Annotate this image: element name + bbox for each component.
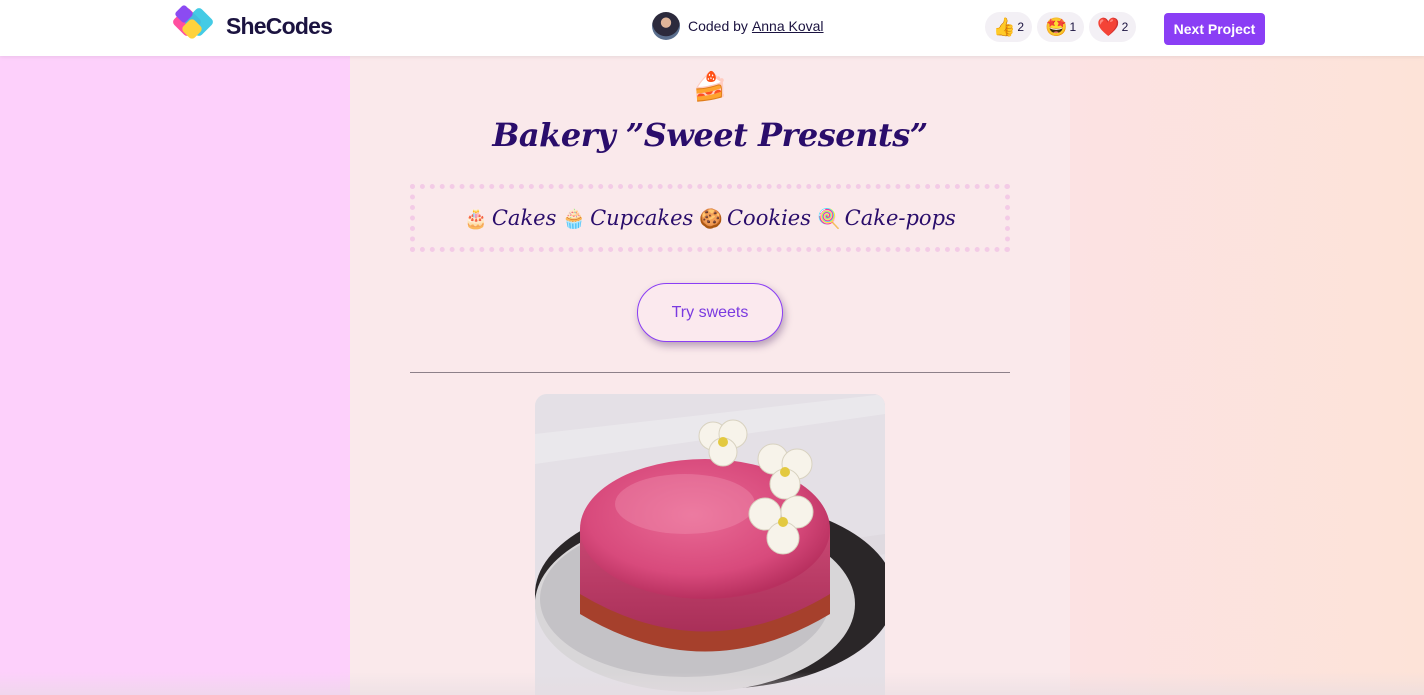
- reaction-count: 1: [1069, 20, 1077, 34]
- next-project-button[interactable]: Next Project: [1164, 13, 1265, 45]
- coded-by-label: Coded by: [688, 18, 748, 34]
- main-content-panel: 🍰 Bakery ”Sweet Presents” 🎂 Cakes 🧁 Cupc…: [350, 56, 1070, 695]
- cake-slice-icon: 🍰: [692, 71, 728, 102]
- try-sweets-button[interactable]: Try sweets: [637, 283, 783, 342]
- menu-item-cookies: 🍪 Cookies: [699, 206, 811, 230]
- menu-item-cake-pops: 🍭 Cake-pops: [817, 206, 956, 230]
- reaction-star-struck[interactable]: 🤩 1: [1037, 12, 1085, 42]
- author-avatar: [652, 12, 680, 40]
- menu-item-cupcakes: 🧁 Cupcakes: [562, 206, 693, 230]
- product-menu: 🎂 Cakes 🧁 Cupcakes 🍪 Cookies 🍭 Cake-pops: [410, 184, 1010, 252]
- star-struck-icon: 🤩: [1045, 17, 1068, 37]
- bottom-shadow: [0, 672, 1424, 695]
- reaction-thumbs-up[interactable]: 👍 2: [985, 12, 1033, 42]
- shecodes-logo[interactable]: SheCodes: [171, 4, 333, 47]
- reaction-count: 2: [1121, 20, 1129, 34]
- page-title: Bakery ”Sweet Presents”: [492, 116, 928, 154]
- heart-icon: ❤️: [1097, 17, 1120, 37]
- menu-item-label: Cakes: [491, 206, 557, 230]
- menu-item-label: Cookies: [726, 206, 811, 230]
- section-divider: [410, 372, 1010, 373]
- reaction-count: 2: [1017, 20, 1025, 34]
- cake-illustration: [535, 394, 885, 695]
- cookie-icon: 🍪: [699, 207, 723, 230]
- lollipop-icon: 🍭: [816, 207, 841, 230]
- birthday-cake-icon: 🎂: [464, 207, 488, 230]
- author-link[interactable]: Anna Koval: [752, 18, 824, 34]
- thumbs-up-icon: 👍: [993, 17, 1016, 37]
- cake-photo: [535, 394, 885, 695]
- reaction-heart[interactable]: ❤️ 2: [1089, 12, 1137, 42]
- reactions-bar: 👍 2 🤩 1 ❤️ 2: [985, 12, 1137, 42]
- menu-item-label: Cake-pops: [844, 206, 956, 230]
- top-navigation-bar: SheCodes Coded by Anna Koval 👍 2 🤩 1 ❤️ …: [0, 0, 1424, 56]
- coded-by: Coded by Anna Koval: [652, 12, 824, 40]
- shecodes-logo-icon: [171, 4, 222, 47]
- brand-name: SheCodes: [226, 12, 333, 39]
- cupcake-icon: 🧁: [562, 207, 587, 230]
- menu-item-cakes: 🎂 Cakes: [464, 206, 556, 230]
- menu-item-label: Cupcakes: [590, 206, 694, 230]
